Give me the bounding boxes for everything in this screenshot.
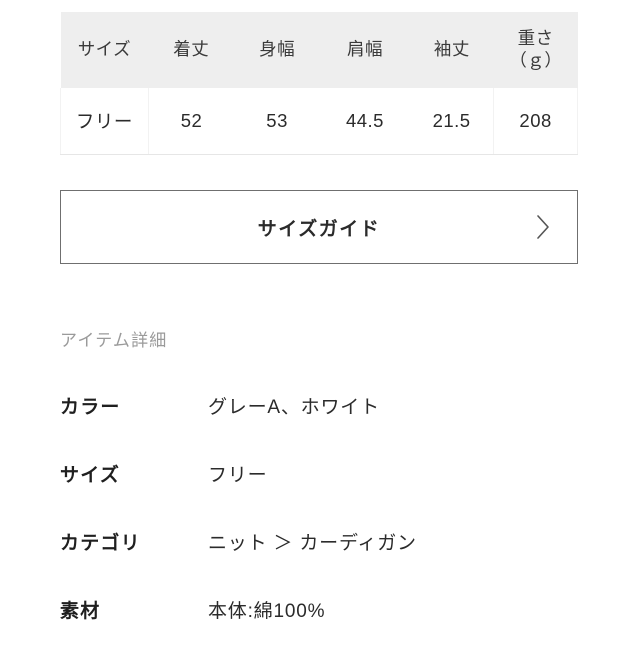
item-detail-heading: アイテム詳細 [60, 331, 168, 350]
detail-row-material: 素材 本体:綿100% [60, 596, 580, 664]
detail-label-category: カテゴリ [60, 533, 141, 554]
table-header-size: サイズ [77, 39, 132, 60]
table-header-sleeve: 袖丈 [433, 39, 470, 60]
detail-label-material: 素材 [60, 601, 101, 622]
cell-weight: 208 [493, 88, 578, 155]
table-header-weight-unit: （ｇ） [509, 50, 562, 70]
item-detail-list: カラー グレーA、ホワイト サイズ フリー カテゴリ ニット ＞ カーディガン … [60, 392, 580, 664]
cell-size: フリー [60, 88, 149, 155]
size-measurement-table: サイズ 着丈 身幅 肩幅 袖丈 重さ （ｇ） フリー 52 53 44.5 21.… [60, 12, 578, 155]
cell-width: 53 [234, 88, 320, 155]
detail-value-color: グレーA、ホワイト [208, 397, 380, 418]
detail-row-category: カテゴリ ニット ＞ カーディガン [60, 528, 580, 596]
detail-label-color: カラー [60, 397, 121, 418]
table-header-weight-line1: 重さ [517, 28, 554, 49]
detail-row-color: カラー グレーA、ホワイト [60, 392, 580, 460]
detail-value-material: 本体:綿100% [208, 601, 326, 622]
table-header-length: 着丈 [173, 39, 210, 60]
detail-row-size: サイズ フリー [60, 460, 580, 528]
size-guide-label: サイズガイド [257, 218, 381, 240]
table-header-row: サイズ 着丈 身幅 肩幅 袖丈 重さ （ｇ） [60, 12, 578, 88]
cell-shoulder: 44.5 [320, 88, 410, 155]
detail-label-size: サイズ [60, 465, 121, 486]
detail-value-size: フリー [208, 465, 268, 486]
product-detail-page: サイズ 着丈 身幅 肩幅 袖丈 重さ （ｇ） フリー 52 53 44.5 21.… [0, 0, 640, 640]
detail-value-category[interactable]: ニット ＞ カーディガン [208, 528, 580, 555]
table-header-width: 身幅 [259, 39, 296, 60]
chevron-right-icon [537, 215, 549, 239]
size-guide-button[interactable]: サイズガイド [60, 190, 578, 264]
cell-sleeve: 21.5 [409, 88, 494, 155]
table-header-shoulder: 肩幅 [346, 39, 383, 60]
table-row: フリー 52 53 44.5 21.5 208 [60, 88, 578, 155]
table-header-weight: 重さ （ｇ） [494, 12, 578, 88]
cell-length: 52 [148, 88, 235, 155]
